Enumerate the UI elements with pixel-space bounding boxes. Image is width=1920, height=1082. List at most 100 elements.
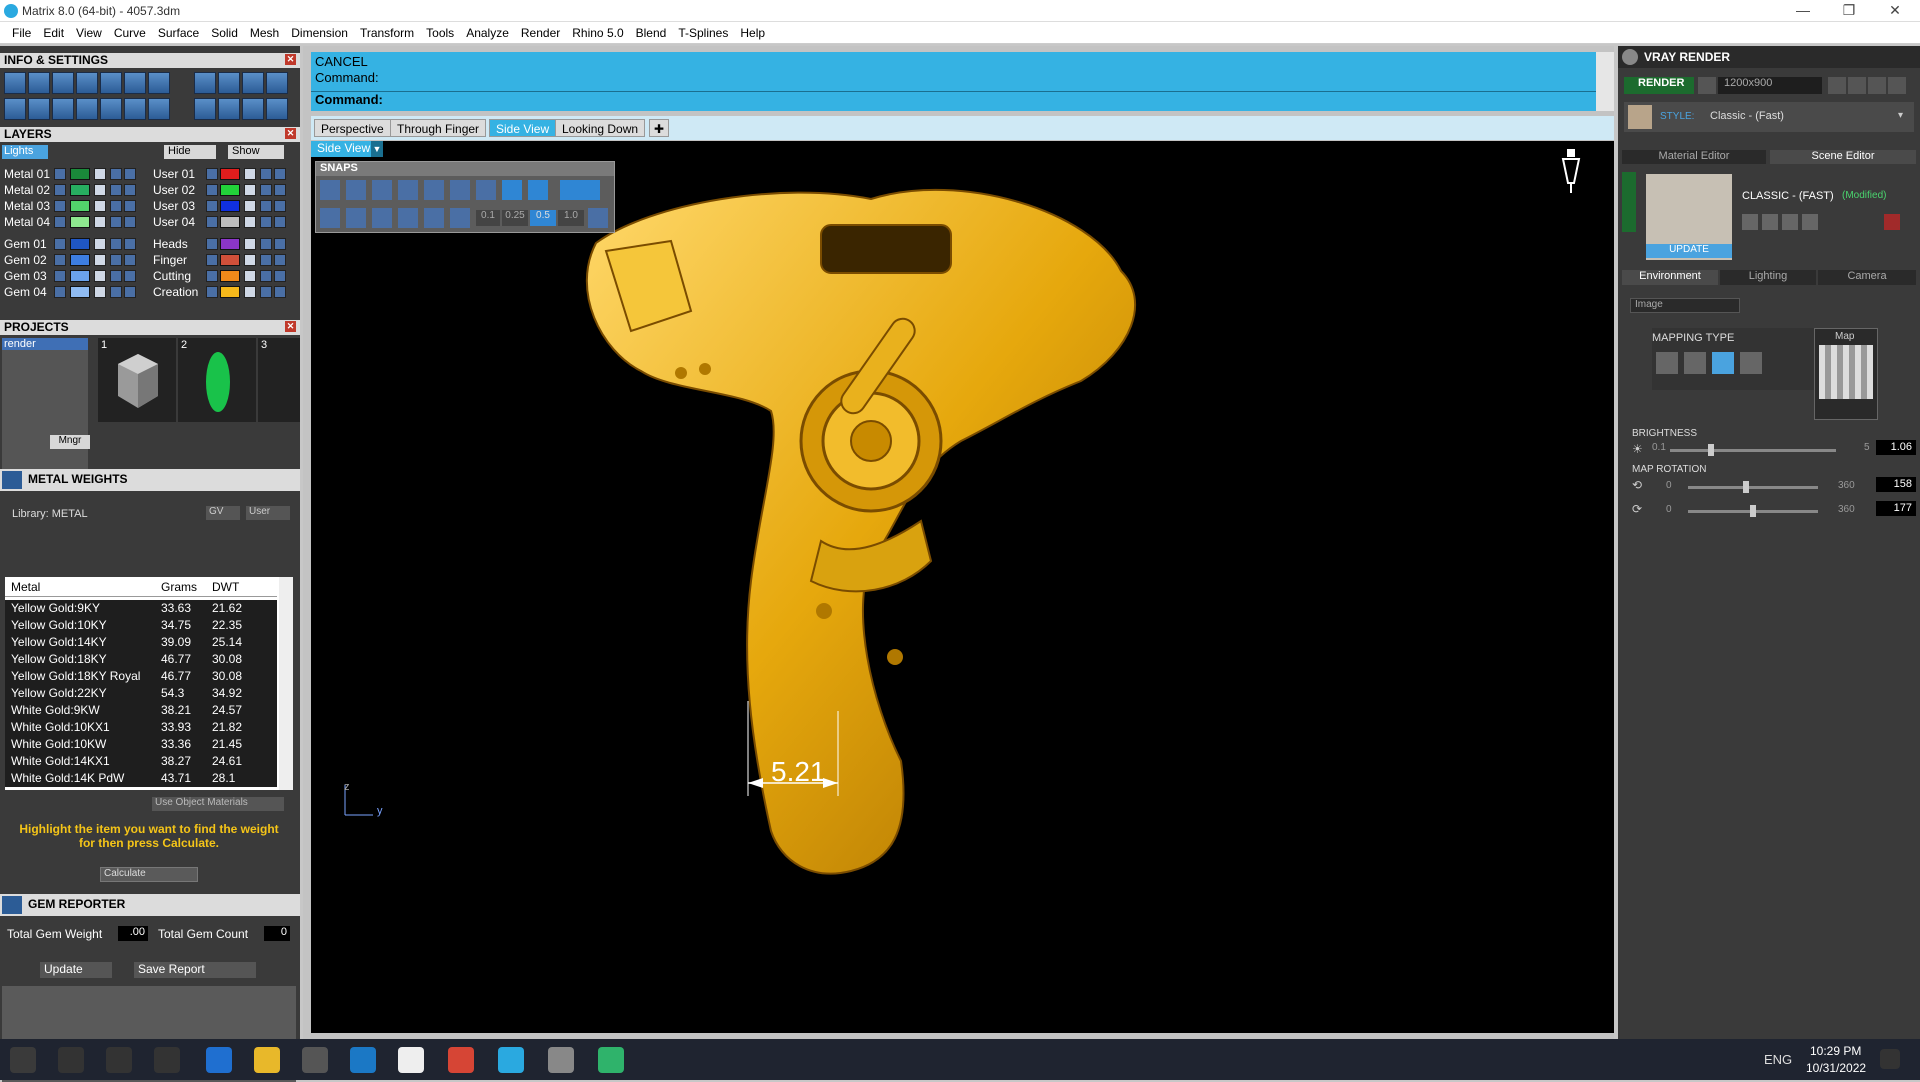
layer-lock-icon[interactable] [244,184,256,196]
table-row[interactable]: White Gold:10KX1 33.93 21.82 [5,719,277,736]
layer-name[interactable]: Finger [153,253,187,267]
layer-expand-icon[interactable] [54,184,66,196]
layer-name[interactable]: Gem 01 [4,237,47,251]
menu-analyze[interactable]: Analyze [460,26,515,40]
tab-lighting[interactable]: Lighting [1720,270,1816,285]
map-image-icon[interactable] [1740,352,1762,374]
rotation-h-slider[interactable] [1688,486,1818,489]
snap-value-1.0[interactable]: 1.0 [558,210,584,226]
menu-solid[interactable]: Solid [205,26,244,40]
store-icon[interactable] [302,1047,328,1073]
command-prompt[interactable]: Command: [311,91,1596,111]
layer-current-icon[interactable] [124,286,136,298]
layers-icon[interactable] [52,72,74,94]
calculate-button[interactable]: Calculate [100,867,198,882]
table-row[interactable]: Yellow Gold:18KY 46.77 30.08 [5,651,277,668]
hide-button[interactable]: Hide [164,145,216,159]
notification-icon[interactable] [1880,1049,1900,1069]
layer-color-swatch[interactable] [70,270,90,282]
layer-color-swatch[interactable] [70,200,90,212]
menu-tsplines[interactable]: T-Splines [672,26,734,40]
layer-current-icon[interactable] [274,286,286,298]
save-report-button[interactable]: Save Report [134,962,256,978]
task-view-icon[interactable] [154,1047,180,1073]
tool-f-icon[interactable] [218,98,240,120]
project-thumb-2[interactable]: 2 [178,338,256,422]
render-settings-icon[interactable] [1698,77,1716,94]
layer-visible-icon[interactable] [260,238,272,250]
map-box-icon[interactable] [1684,352,1706,374]
layer-color-swatch[interactable] [220,254,240,266]
rotation-h-knob[interactable] [1743,481,1749,493]
layer-name[interactable]: Metal 03 [4,199,50,213]
layer-expand-icon[interactable] [206,184,218,196]
table-row[interactable]: White Gold:10KW 33.36 21.45 [5,736,277,753]
matrix-app-icon[interactable] [498,1047,524,1073]
add-tab-icon[interactable]: ✚ [649,119,670,137]
layer-name[interactable]: User 04 [153,215,195,229]
layer-expand-icon[interactable] [54,216,66,228]
snap-point-icon[interactable] [372,180,392,200]
layer-current-icon[interactable] [274,216,286,228]
layer-color-swatch[interactable] [220,200,240,212]
viewport[interactable]: Side View ▼ 5.21 z y [311,141,1614,1033]
green-app-icon[interactable] [598,1047,624,1073]
grid-icon[interactable] [4,98,26,120]
snap-line-icon[interactable] [372,208,392,228]
menu-render[interactable]: Render [515,26,566,40]
layer-visible-icon[interactable] [260,200,272,212]
list-icon[interactable] [148,98,170,120]
layer-name[interactable]: User 02 [153,183,195,197]
layer-color-swatch[interactable] [220,168,240,180]
layer-name[interactable]: Gem 02 [4,253,47,267]
tool-d-icon[interactable] [266,72,288,94]
layer-name[interactable]: Metal 04 [4,215,50,229]
layer-expand-icon[interactable] [206,168,218,180]
layer-visible-icon[interactable] [260,254,272,266]
snap-tan-icon[interactable] [502,180,522,200]
snap-near-icon[interactable] [346,180,366,200]
tool-a-icon[interactable] [194,72,216,94]
save-scene-icon[interactable] [1742,214,1758,230]
tab-through-finger[interactable]: Through Finger [390,119,487,137]
layer-current-icon[interactable] [124,184,136,196]
table-row[interactable]: White Gold:9KW 38.21 24.57 [5,702,277,719]
project-render[interactable]: render [2,338,88,350]
layer-lock-icon[interactable] [94,238,106,250]
column-header-dwt[interactable]: DWT [212,580,239,594]
load-scene-icon[interactable] [1762,214,1778,230]
layer-name[interactable]: Gem 03 [4,269,47,283]
cube-icon[interactable] [76,72,98,94]
layer-lock-icon[interactable] [244,270,256,282]
layer-color-swatch[interactable] [70,216,90,228]
layer-name[interactable]: Gem 04 [4,285,47,299]
layer-color-swatch[interactable] [70,286,90,298]
layer-visible-icon[interactable] [260,216,272,228]
layer-lock-icon[interactable] [244,238,256,250]
frame-icon[interactable] [1848,77,1866,94]
snap-perp-icon[interactable] [476,180,496,200]
rewind-icon[interactable] [1828,77,1846,94]
layer-lock-icon[interactable] [94,184,106,196]
minus-icon[interactable] [28,98,50,120]
close-icon[interactable]: ✕ [285,128,296,139]
tab-side-view[interactable]: Side View [489,119,557,137]
menu-file[interactable]: File [6,26,37,40]
layer-visible-icon[interactable] [260,184,272,196]
layer-current-icon[interactable] [274,200,286,212]
user-button[interactable]: User [246,506,290,520]
layer-visible-icon[interactable] [110,238,122,250]
layer-expand-icon[interactable] [54,168,66,180]
layer-visible-icon[interactable] [260,286,272,298]
brightness-value[interactable]: 1.06 [1876,440,1916,455]
menu-dimension[interactable]: Dimension [285,26,354,40]
grid-view-icon[interactable] [1888,77,1906,94]
tab-environment[interactable]: Environment [1622,270,1718,285]
tab-scene-editor[interactable]: Scene Editor [1770,150,1916,164]
table-row[interactable]: Yellow Gold:22KY 54.3 34.92 [5,685,277,702]
layer-color-swatch[interactable] [220,238,240,250]
snap-end-icon[interactable] [320,180,340,200]
column-header-metal[interactable]: Metal [11,580,40,594]
layer-expand-icon[interactable] [206,286,218,298]
layer-current-icon[interactable] [124,238,136,250]
